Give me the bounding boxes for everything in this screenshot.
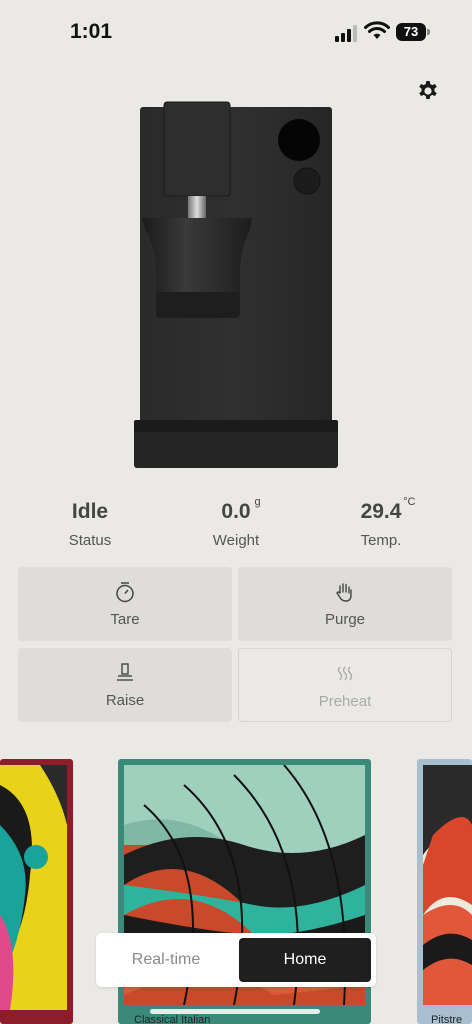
status-bar: 1:01 73 (0, 0, 472, 64)
purge-button[interactable]: Purge (238, 567, 452, 641)
weight-value: 0.0 g (221, 496, 261, 523)
weight-stat: 0.0 g Weight (166, 496, 306, 549)
status-value: Idle (71, 500, 109, 523)
timer-icon (116, 582, 134, 603)
temperature-stat: 29.4 °C Temp. (311, 496, 451, 549)
hand-icon (336, 583, 352, 602)
raise-icon (117, 663, 133, 681)
preheat-button[interactable]: Preheat (238, 648, 452, 722)
battery-level: 73 (396, 23, 426, 41)
wifi-icon (364, 21, 390, 39)
cellular-signal-icon (335, 25, 357, 42)
temperature-unit: °C (403, 496, 416, 508)
tare-button[interactable]: Tare (18, 567, 232, 641)
preheat-label: Preheat (318, 693, 372, 710)
weight-label: Weight (212, 532, 260, 549)
heat-waves-icon (337, 666, 353, 681)
weight-unit: g (254, 496, 261, 508)
raise-button[interactable]: Raise (18, 648, 232, 722)
status-stat: Idle Status (20, 500, 160, 549)
tare-label: Tare (110, 611, 140, 628)
temperature-value: 29.4 °C (360, 496, 416, 523)
status-time: 1:01 (70, 20, 113, 43)
pitstre-card[interactable]: Pitstre (417, 759, 472, 1024)
espresso-machine-image (134, 101, 338, 468)
temperature-label: Temp. (360, 532, 402, 549)
card-title: Pitstre (431, 1014, 463, 1024)
purge-label: Purge (324, 611, 366, 628)
battery-icon: 73 (396, 23, 430, 41)
tab-realtime[interactable]: Real-time (100, 938, 232, 982)
home-indicator (150, 1009, 320, 1014)
card-title: Classical Italian (134, 1014, 211, 1024)
tab-home[interactable]: Home (239, 938, 371, 982)
view-switcher: Real-time Home (96, 933, 376, 987)
gear-icon[interactable] (416, 79, 440, 103)
card-artwork (0, 765, 67, 1010)
raise-label: Raise (105, 692, 145, 709)
profile-card[interactable] (0, 759, 73, 1024)
status-label: Status (68, 532, 112, 549)
card-artwork (423, 765, 472, 1005)
